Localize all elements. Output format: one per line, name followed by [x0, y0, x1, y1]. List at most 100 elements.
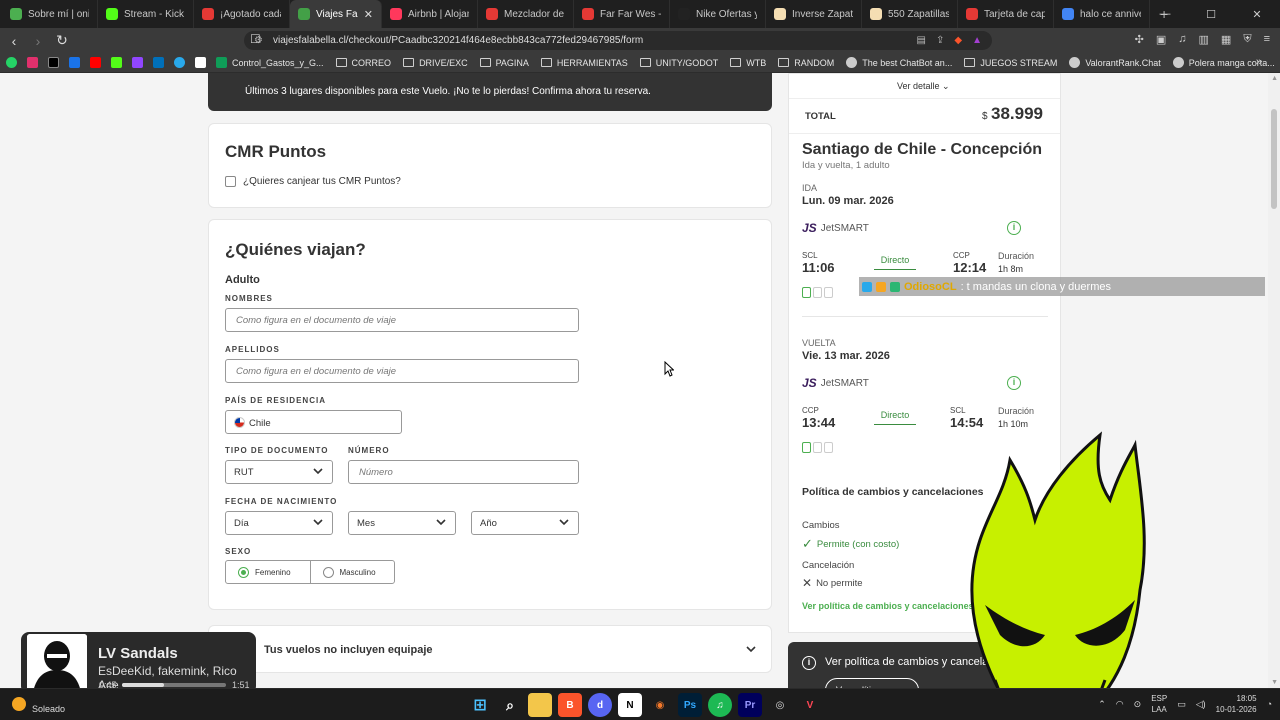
start-icon[interactable]: ⊞ [468, 693, 492, 717]
info-icon[interactable]: i [1007, 376, 1021, 390]
paypal-icon[interactable] [153, 57, 164, 68]
blender-icon[interactable]: ◉ [648, 693, 672, 717]
detail-link[interactable]: Ver detalle ⌄ [897, 81, 950, 92]
brave-shield-icon[interactable]: ◆ [954, 35, 962, 46]
cmr-checkbox-label[interactable]: ¿Quieres canjear tus CMR Puntos? [243, 176, 401, 187]
browser-tab[interactable]: Mezclador de audio [478, 0, 574, 28]
instagram-icon[interactable] [27, 57, 38, 68]
youtube-icon[interactable] [90, 57, 101, 68]
telegram-icon[interactable] [174, 57, 185, 68]
browser-tab[interactable]: Viajes Falabella ✕ [290, 0, 382, 28]
day-select[interactable]: Día [225, 511, 333, 535]
bookmark-item[interactable]: ValorantRank.Chat [1069, 57, 1161, 68]
browser-tab[interactable]: Far Far Wes - Busca [574, 0, 670, 28]
x-icon[interactable] [48, 57, 59, 68]
forward-icon[interactable]: › [28, 33, 48, 49]
microphone-icon[interactable]: ⊙ [1134, 699, 1142, 710]
female-radio[interactable] [238, 566, 249, 578]
number-input[interactable]: Número [348, 460, 579, 484]
browser-tab[interactable]: Inverse Zapatillas [766, 0, 862, 28]
browser-tab[interactable]: 550 Zapatillas Nb [862, 0, 958, 28]
whatsapp-icon[interactable] [6, 57, 17, 68]
year-select[interactable]: Año [471, 511, 579, 535]
sidebar-icon[interactable]: ▥ [1199, 33, 1209, 46]
names-input[interactable]: Como figura en el documento de viaje [225, 308, 579, 332]
cmr-checkbox[interactable] [225, 176, 236, 187]
volume-icon[interactable]: ◁) [1196, 699, 1206, 710]
surnames-input[interactable]: Como figura en el documento de viaje [225, 359, 579, 383]
female-option[interactable]: Femenino [226, 561, 310, 583]
screenshot-icon[interactable]: ▣ [1156, 33, 1166, 46]
baggage-card[interactable]: Tus vuelos no incluyen equipaje [208, 625, 772, 673]
male-radio[interactable] [322, 566, 334, 578]
bookmark-app-icon[interactable] [69, 57, 80, 68]
search-icon[interactable]: ⌕ [498, 693, 522, 717]
scroll-down-icon[interactable]: ▼ [1271, 679, 1278, 686]
notion-icon[interactable]: N [618, 693, 642, 717]
scroll-up-icon[interactable]: ▲ [1271, 75, 1278, 82]
bookmark-item[interactable]: CORREO [335, 58, 391, 68]
brave-browser-icon[interactable]: B [558, 693, 582, 717]
residence-select[interactable]: Chile [225, 410, 402, 434]
extensions-icon[interactable]: ✣ [1135, 33, 1144, 46]
month-select[interactable]: Mes [348, 511, 456, 535]
minimize-icon[interactable]: — [1142, 0, 1188, 28]
file-explorer-icon[interactable] [528, 693, 552, 717]
bookmark-item[interactable]: JUEGOS STREAM [964, 58, 1057, 68]
network-icon[interactable]: ▭ [1177, 699, 1186, 710]
clock[interactable]: 18:05 10-01-2026 [1216, 693, 1257, 715]
page-scrollbar[interactable]: ▲ ▼ [1268, 73, 1280, 688]
bookmark-item[interactable]: WTB [730, 58, 766, 68]
browser-tab[interactable]: Sobre mí | onikiri [2, 0, 98, 28]
notifications-icon[interactable]: ◔ [1267, 699, 1272, 709]
browser-tab[interactable]: Airbnb | Alojamientos [382, 0, 478, 28]
bookmark-icon[interactable]: ☐ [250, 32, 261, 46]
policy-link[interactable]: Ver política de cambios y cancelaciones [802, 601, 974, 611]
info-icon[interactable]: i [1007, 221, 1021, 235]
vpn-icon[interactable]: ⛨ [1243, 33, 1251, 46]
bookmark-item[interactable]: The best ChatBot an... [846, 57, 952, 68]
bookmark-item[interactable]: Control_Gastos_y_G... [216, 57, 324, 68]
bookmark-item[interactable]: PAGINA [479, 58, 529, 68]
weather-widget[interactable]: Soleado [12, 694, 65, 714]
bookmark-item[interactable]: RANDOM [778, 58, 834, 68]
close-tab-icon[interactable]: ✕ [364, 8, 373, 21]
share-icon[interactable]: ⇪ [936, 35, 944, 46]
kick-icon[interactable] [111, 57, 122, 68]
chevron-down-icon[interactable] [745, 643, 757, 655]
wifi-icon[interactable]: ◠ [1116, 699, 1124, 710]
wallet-icon[interactable]: ▦ [1221, 33, 1231, 46]
policy-callout-button[interactable]: Ver política [825, 678, 919, 688]
browser-tab[interactable]: Nike Ofertas y De [670, 0, 766, 28]
github-icon[interactable]: ◎ [768, 693, 792, 717]
browser-tab[interactable]: Stream - Kick [98, 0, 194, 28]
bookmark-item[interactable]: UNITY/GODOT [639, 58, 718, 68]
media-icon[interactable]: ♫ [1178, 33, 1186, 46]
twitch-icon[interactable] [132, 57, 143, 68]
male-option[interactable]: Masculino [309, 561, 395, 583]
tray-chevron-icon[interactable]: ⌃ [1098, 699, 1106, 710]
bookmark-item[interactable]: HERRAMIENTAS [540, 58, 628, 68]
discord-icon[interactable]: d [588, 693, 612, 717]
reload-icon[interactable]: ↻ [52, 32, 72, 49]
premiere-icon[interactable]: Pr [738, 693, 762, 717]
doctype-select[interactable]: RUT [225, 460, 333, 484]
scroll-thumb[interactable] [1271, 109, 1277, 209]
browser-tab[interactable]: Tarjeta de captura [958, 0, 1054, 28]
rewards-icon[interactable]: ▲ [972, 35, 982, 46]
browser-tab[interactable]: ¡Agotado cada día! [194, 0, 290, 28]
back-icon[interactable]: ‹ [4, 33, 24, 49]
photoshop-icon[interactable]: Ps [678, 693, 702, 717]
language-indicator[interactable]: ESP LAA [1151, 693, 1167, 715]
gmail-icon[interactable] [195, 57, 206, 68]
menu-icon[interactable]: ≡ [1264, 33, 1270, 46]
url-field[interactable]: ⚙ viajesfalabella.cl/checkout/PCaadbc320… [244, 31, 992, 50]
bookmark-item[interactable]: DRIVE/EXC [403, 58, 468, 68]
spotify-icon[interactable]: ♫ [708, 693, 732, 717]
valorant-icon[interactable]: V [798, 693, 822, 717]
more-bookmarks-icon[interactable]: » [1256, 56, 1262, 68]
maximize-icon[interactable]: ☐ [1188, 0, 1234, 28]
track-progress-bar[interactable] [122, 683, 226, 687]
reader-icon[interactable]: ▤ [917, 35, 926, 46]
browser-tab[interactable]: halo ce anniversary [1054, 0, 1150, 28]
